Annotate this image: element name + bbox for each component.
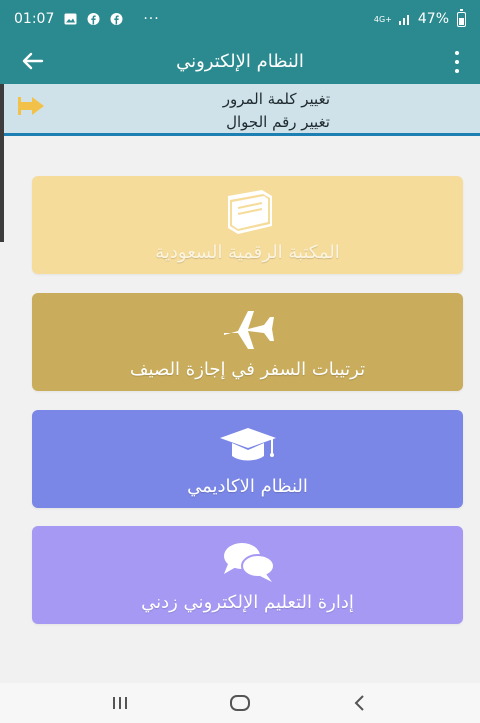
battery-icon <box>457 8 466 27</box>
logout-arrow-icon[interactable] <box>18 95 46 117</box>
status-more-dots: ··· <box>143 11 160 27</box>
system-navigation-bar <box>0 683 480 723</box>
change-password-link[interactable]: تغيير كلمة المرور <box>223 88 330 111</box>
network-type: 4G+ <box>373 14 392 24</box>
graduation-cap-icon <box>219 427 276 460</box>
book-icon <box>227 189 272 234</box>
home-icon <box>230 695 250 711</box>
status-bar: 01:07 ··· 4G+ 47% <box>0 0 480 38</box>
recent-apps-icon <box>113 697 127 709</box>
change-mobile-link[interactable]: تغيير رقم الجوال <box>223 111 330 134</box>
elearning-management-label: إدارة التعليم الإلكتروني زدني <box>141 591 354 613</box>
account-actions-bar: تغيير كلمة المرور تغيير رقم الجوال <box>0 84 480 136</box>
digital-library-label: المكتبة الرقمية السعودية <box>155 241 340 263</box>
recent-apps-button[interactable] <box>108 691 132 715</box>
facebook-icon <box>87 13 100 25</box>
drawer-edge[interactable] <box>0 84 4 242</box>
status-left: 01:07 ··· <box>14 11 160 27</box>
more-vertical-icon[interactable] <box>452 51 462 73</box>
status-right: 4G+ 47% <box>373 8 466 27</box>
summer-travel-label: ترتيبات السفر في إجازة الصيف <box>129 358 366 380</box>
gallery-icon <box>64 13 77 25</box>
facebook-icon <box>110 13 123 25</box>
battery-percent: 47% <box>417 11 449 27</box>
page-title: النظام الإلكتروني <box>176 50 304 72</box>
academic-system-button[interactable]: النظام الاكاديمي <box>32 410 463 508</box>
summer-travel-button[interactable]: ترتيبات السفر في إجازة الصيف <box>32 293 463 391</box>
digital-library-button[interactable]: المكتبة الرقمية السعودية <box>32 176 463 274</box>
chevron-left-icon <box>354 695 364 711</box>
academic-system-label: النظام الاكاديمي <box>187 475 308 497</box>
signal-icon <box>398 15 409 25</box>
arrow-left-icon[interactable] <box>20 48 46 74</box>
app-bar: النظام الإلكتروني <box>0 38 480 84</box>
back-button[interactable] <box>348 691 372 715</box>
home-button[interactable] <box>228 691 252 715</box>
status-time: 01:07 <box>14 11 55 27</box>
chat-bubbles-icon <box>223 542 275 582</box>
airplane-icon <box>223 310 274 349</box>
elearning-management-button[interactable]: إدارة التعليم الإلكتروني زدني <box>32 526 463 624</box>
account-links: تغيير كلمة المرور تغيير رقم الجوال <box>223 88 330 134</box>
